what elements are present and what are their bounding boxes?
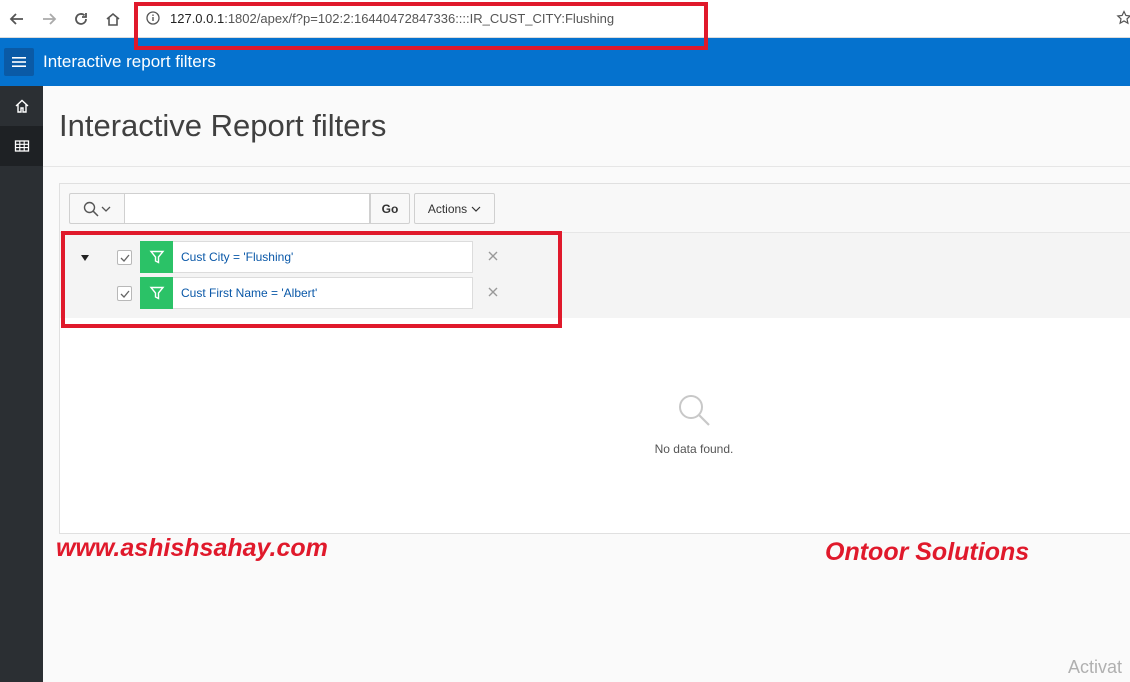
filter-label[interactable]: Cust First Name = 'Albert' [173,277,473,309]
app-title[interactable]: Interactive report filters [43,52,216,72]
title-divider [43,166,1130,167]
page-title: Interactive Report filters [59,108,387,143]
search-input[interactable] [124,193,370,224]
interactive-report-region: Go Actions Cust City = 'Flushing' Cust F… [59,183,1130,534]
search-column-button[interactable] [69,193,124,224]
report-settings-area: Cust City = 'Flushing' Cust First Name =… [60,233,1130,318]
filter-badge [140,277,173,309]
side-navigation [0,86,43,682]
filter-enable-checkbox[interactable] [117,250,132,265]
checkmark-icon [120,290,129,298]
nav-item-report[interactable] [0,126,43,166]
activation-notice: Activat [1068,657,1123,677]
no-data-search-icon [679,395,710,426]
reload-icon[interactable] [70,8,92,30]
close-icon [488,251,498,261]
nav-item-home[interactable] [0,86,43,126]
filter-enable-checkbox[interactable] [117,286,132,301]
hamburger-icon [12,57,26,67]
actions-button[interactable]: Actions [414,193,495,224]
browser-toolbar: 127.0.0.1:1802/apex/f?p=102:2:1644047284… [0,0,1130,38]
close-icon [488,287,498,297]
filter-badge [140,241,173,273]
bookmark-star-icon[interactable] [1116,10,1130,26]
filter-row: Cust City = 'Flushing' [60,241,560,273]
checkmark-icon [120,254,129,262]
url-path: :1802/apex/f?p=102:2:16440472847336::::I… [224,11,615,26]
nav-menu-button[interactable] [4,48,34,76]
no-data-message: No data found. [654,442,734,456]
home-browser-icon[interactable] [102,8,124,30]
home-icon [15,99,28,113]
filter-funnel-icon [149,250,164,264]
forward-arrow-icon[interactable] [38,8,60,30]
info-icon[interactable] [146,11,160,25]
table-icon [14,140,29,152]
company-watermark: Ontoor Solutions [825,538,1030,566]
app-header: Interactive report filters [0,38,1130,86]
remove-filter-button[interactable] [486,285,500,299]
back-arrow-icon[interactable] [6,8,28,30]
actions-label: Actions [427,201,468,216]
url-host: 127.0.0.1 [170,11,225,26]
filter-label[interactable]: Cust City = 'Flushing' [173,241,473,273]
go-button[interactable]: Go [370,193,410,224]
filter-row: Cust First Name = 'Albert' [60,277,560,309]
search-icon [83,201,99,217]
address-bar[interactable]: 127.0.0.1:1802/apex/f?p=102:2:1644047284… [170,11,614,26]
filter-funnel-icon [149,286,164,300]
chevron-down-icon [471,206,481,212]
chevron-down-icon [101,206,111,212]
remove-filter-button[interactable] [486,249,500,263]
report-toolbar: Go Actions [60,184,1130,233]
website-watermark: www.ashishsahay.com [56,534,328,562]
